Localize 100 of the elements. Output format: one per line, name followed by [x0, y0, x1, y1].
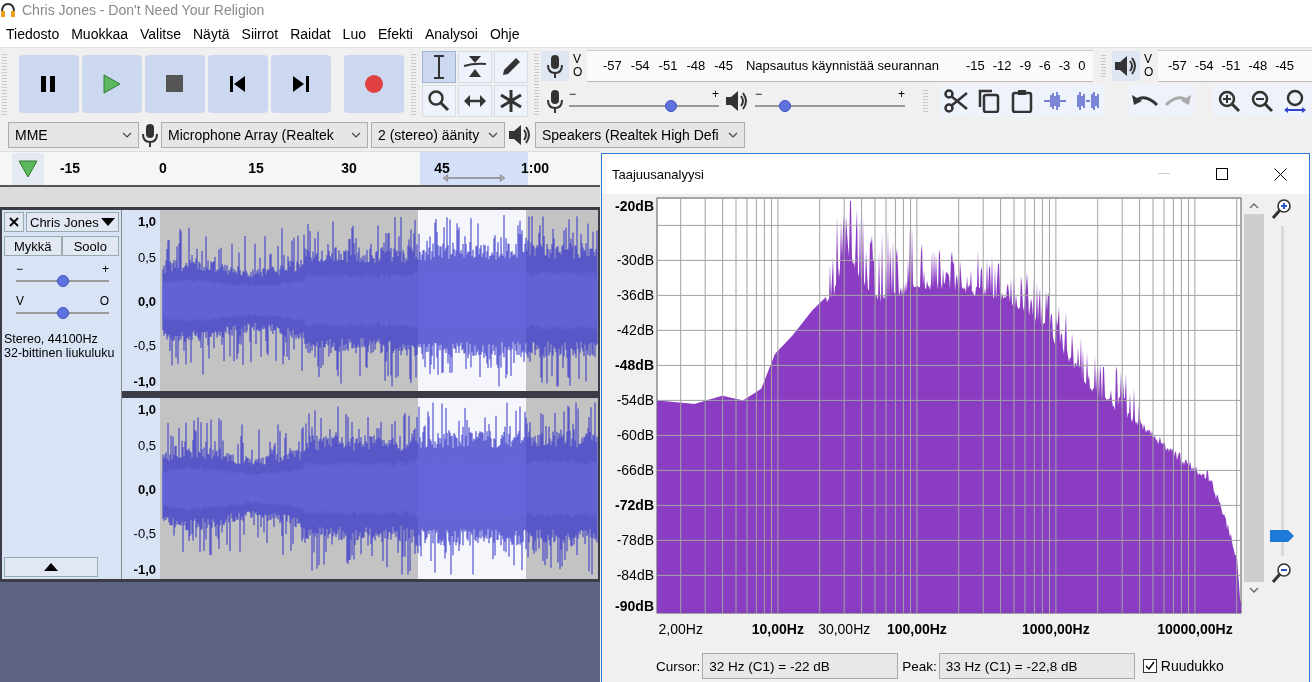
- skip-to-start-button[interactable]: [208, 54, 268, 113]
- slider-max-label: O: [99, 296, 109, 306]
- menu-item[interactable]: Muokkaa: [65, 25, 134, 42]
- i-beam-icon: [434, 55, 444, 79]
- pan-slider-thumb[interactable]: [56, 307, 69, 319]
- microphone-icon: [547, 53, 563, 78]
- paste-button[interactable]: [1006, 84, 1038, 117]
- zoom-out-icon: [1250, 88, 1274, 113]
- channel-label: V: [573, 52, 582, 66]
- zoom-in-button[interactable]: [1213, 84, 1245, 117]
- collapse-button[interactable]: [4, 557, 98, 577]
- slider-max-label: +: [712, 88, 719, 99]
- zoom-in-icon[interactable]: [1271, 198, 1293, 220]
- time-label: 30: [341, 160, 357, 176]
- menu-item[interactable]: Ohje: [483, 25, 526, 42]
- pause-button[interactable]: [19, 54, 79, 113]
- channels-dropdown[interactable]: 2 (stereo) äänity: [371, 122, 505, 148]
- menu-item[interactable]: Analysoi: [418, 25, 484, 42]
- menu-item[interactable]: Valitse: [134, 25, 187, 42]
- chevron-down-icon: [351, 132, 361, 138]
- envelope-tool-icon: [463, 55, 487, 79]
- host-dropdown[interactable]: MME: [8, 122, 139, 148]
- close-track-button[interactable]: [4, 212, 24, 232]
- zoom-out-icon[interactable]: [1271, 562, 1293, 584]
- axis-label: 1000,00Hz: [1022, 621, 1090, 637]
- axis-label: -72dB: [615, 497, 654, 514]
- axis-label: 10000,00Hz: [1157, 621, 1233, 637]
- grid-checkbox[interactable]: Ruudukko: [1142, 658, 1224, 674]
- meter-scale-label: -54: [630, 58, 650, 73]
- meter-scale-label: -45: [714, 58, 733, 73]
- stop-button[interactable]: [145, 54, 205, 113]
- play-icon: [101, 72, 123, 95]
- clipboard-icon: [1010, 88, 1034, 113]
- track-name-dropdown[interactable]: Chris Jones: [26, 212, 119, 232]
- amplitude-label: -1,0: [133, 561, 156, 577]
- meter-scale-label: -54: [1194, 58, 1214, 73]
- axis-label: 2,00Hz: [658, 621, 703, 637]
- copy-button[interactable]: [973, 84, 1005, 117]
- channel-label: O: [573, 65, 584, 79]
- axis-label: 30,00Hz: [818, 621, 871, 637]
- meter-scale-label: -57: [1168, 58, 1187, 73]
- tool-button[interactable]: [422, 85, 456, 117]
- chevron-down-icon: [728, 132, 738, 138]
- input-device-dropdown[interactable]: Microphone Array (Realtek: [161, 122, 368, 148]
- amplitude-label: 0,0: [137, 293, 156, 309]
- cut-button[interactable]: [940, 84, 972, 117]
- headphones-icon: [0, 2, 16, 18]
- tool-button[interactable]: [458, 51, 492, 83]
- meter-scale-label: -9: [1019, 58, 1032, 73]
- slider-min-label: V: [16, 296, 24, 306]
- fit-button[interactable]: [1279, 84, 1311, 117]
- skip-to-end-button[interactable]: [271, 54, 331, 113]
- microphone-icon: [142, 123, 158, 147]
- axis-label: -84dB: [616, 567, 654, 584]
- meter-scale-label: -57: [603, 58, 622, 73]
- menu-item[interactable]: Näytä: [187, 25, 236, 42]
- maximize-icon: [1216, 168, 1228, 180]
- axis-label: -90dB: [615, 598, 654, 614]
- chevron-down-icon: [488, 132, 498, 138]
- output-device-dropdown[interactable]: Speakers (Realtek High Defi: [535, 122, 745, 148]
- amplitude-label: -0,5: [133, 337, 156, 353]
- tool-button[interactable]: [422, 51, 456, 83]
- record-meter-button[interactable]: [541, 50, 569, 81]
- record-meter[interactable]: -57 -54 -51 -48 -45 Napsautus käynnistää seurannan -15 -12 -9 -6 -3 0: [587, 49, 1093, 82]
- menu-item[interactable]: Luo: [336, 25, 372, 42]
- amplitude-label: 0,0: [137, 481, 156, 497]
- undo-button[interactable]: [1129, 84, 1161, 117]
- tool-button[interactable]: [494, 85, 528, 117]
- axis-label: -30dB: [616, 252, 654, 269]
- slider-max-label: +: [898, 88, 905, 99]
- copy-icon: [977, 88, 1001, 113]
- mute-button[interactable]: Mykkä: [4, 236, 62, 256]
- solo-button[interactable]: Soolo: [61, 236, 119, 256]
- zoom-out-button[interactable]: [1246, 84, 1278, 117]
- check-icon: [1143, 660, 1156, 672]
- tool-button[interactable]: [494, 51, 528, 83]
- playback-meter[interactable]: -57 -54 -51 -48 -45: [1158, 49, 1312, 82]
- playback-meter-button[interactable]: [1112, 50, 1140, 81]
- axis-label: -48dB: [615, 357, 654, 374]
- play-head-button[interactable]: [12, 153, 44, 185]
- dialog-title: Taajuusanalyysi: [611, 166, 705, 182]
- peak-field: 33 Hz (C1) = -22,8 dB: [938, 653, 1135, 679]
- menu-item[interactable]: Efekti: [371, 25, 419, 42]
- gain-slider-thumb[interactable]: [56, 275, 69, 287]
- time-label: 15: [248, 160, 264, 176]
- record-volume-thumb[interactable]: [665, 99, 677, 112]
- menu-item[interactable]: Siirrot: [235, 25, 285, 42]
- slider-min-label: −: [16, 264, 23, 274]
- silence-button[interactable]: [1072, 84, 1104, 117]
- tool-button[interactable]: [458, 85, 492, 117]
- channel-label: V: [1144, 52, 1153, 66]
- cursor-field: 32 Hz (C1) = -22 dB: [702, 653, 899, 679]
- channel-label: O: [1144, 65, 1155, 79]
- minimize-icon: [1158, 173, 1170, 175]
- track-info-text: 32-bittinen liukuluku: [4, 346, 116, 360]
- menu-item[interactable]: Tiedosto: [0, 25, 66, 42]
- playback-volume-thumb[interactable]: [779, 99, 791, 112]
- slider-min-label: −: [755, 88, 762, 99]
- record-button[interactable]: [344, 54, 404, 113]
- menu-item[interactable]: Raidat: [284, 25, 337, 42]
